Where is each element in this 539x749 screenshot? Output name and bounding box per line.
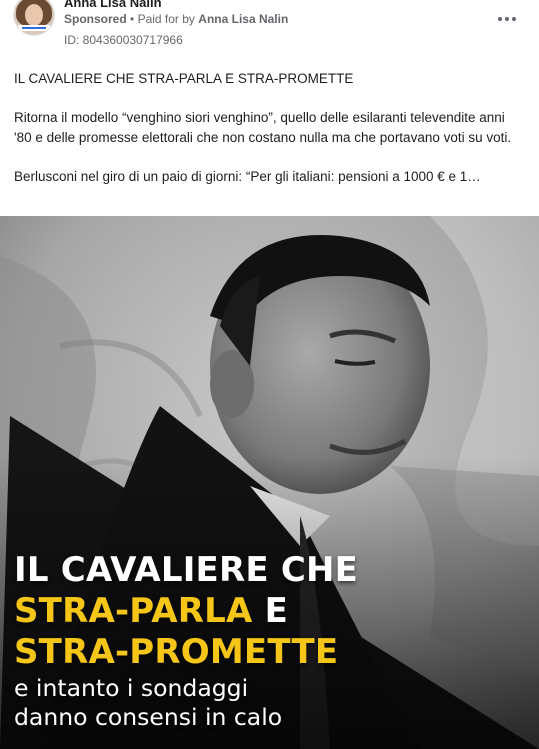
creative-subline1: e intanto i sondaggi [14, 674, 249, 702]
paid-for-label: Paid for by [137, 12, 195, 26]
post-paragraph-truncated[interactable]: Berlusconi nel giro di un paio di giorni… [14, 167, 524, 187]
ad-id: ID: 804360030717966 [64, 33, 183, 47]
meta-separator: • [130, 12, 135, 26]
post-paragraph: IL CAVALIERE CHE STRA-PARLA E STRA-PROME… [14, 71, 354, 86]
creative-headline-line2: STRA-PARLA E [14, 591, 288, 631]
post-text: IL CAVALIERE CHE STRA-PARLA E STRA-PROME… [14, 69, 524, 206]
advertiser-avatar[interactable] [13, 0, 55, 36]
avatar-face [25, 4, 43, 26]
avatar-logo [18, 25, 50, 31]
ad-creative-image[interactable]: IL CAVALIERE CHE STRA-PARLA E STRA-PROME… [0, 216, 539, 749]
post-paragraph: Ritorna il modello “venghino siori vengh… [14, 110, 512, 145]
advertiser-name[interactable]: Anna Lisa Nalin [64, 0, 162, 10]
creative-headline-line3: STRA-PROMETTE [14, 632, 339, 672]
creative-subline2: danno consensi in calo [14, 703, 283, 731]
ad-meta: Sponsored • Paid for by Anna Lisa Nalin [64, 12, 288, 26]
creative-headline-line1: IL CAVALIERE CHE [14, 550, 359, 590]
creative-headline-yellow: STRA-PARLA [14, 591, 253, 631]
creative-headline-white: E [264, 591, 289, 631]
sponsored-label: Sponsored [64, 12, 127, 26]
ad-card: Anna Lisa Nalin Sponsored • Paid for by … [0, 0, 539, 749]
paid-for-name[interactable]: Anna Lisa Nalin [198, 12, 288, 26]
more-options-icon[interactable] [496, 10, 518, 28]
